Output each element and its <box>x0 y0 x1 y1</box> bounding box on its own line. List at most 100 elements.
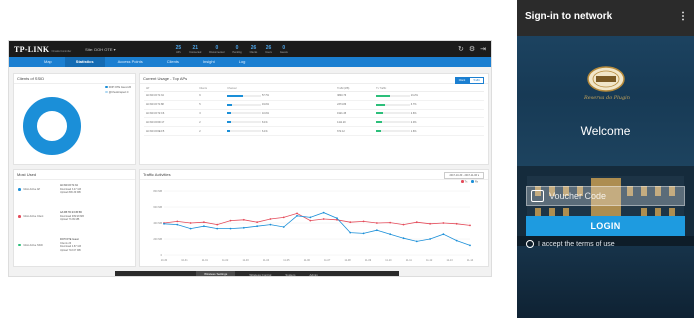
most-used-label: Most Active SSID <box>23 243 43 247</box>
main-nav: Map Statistics Access Points Clients Insight… <box>9 57 491 67</box>
ap-tx: 13.2% <box>374 91 484 101</box>
ap-clients: 2 <box>197 117 226 128</box>
ap-tx: 2.0% <box>374 117 484 128</box>
bottom-tab-admin[interactable]: Admin <box>309 273 318 277</box>
settings-icon[interactable]: ⚙ <box>469 45 475 53</box>
data-point-tx <box>402 223 405 226</box>
detail-line: Upload 896.39 MB <box>60 191 81 195</box>
ap-tx: 2.6% <box>374 109 484 119</box>
channel-bar-fill <box>227 94 243 97</box>
legend-dot <box>105 85 108 88</box>
logout-icon[interactable]: ⇥ <box>480 45 486 53</box>
data-point-tx <box>176 220 179 223</box>
traffic-chart: 800 MB 600 MB 400 MB 200 MB 0 10-30 10-31 11-01… <box>153 190 474 262</box>
hotel-crest-logo <box>587 66 625 92</box>
terms-checkbox[interactable]: I accept the terms of use <box>526 240 615 248</box>
ap-traffic: 2374.86 <box>335 100 375 110</box>
bottom-tab-wireless-settings[interactable]: Wireless Settings <box>196 271 236 276</box>
panel-title: Clients of SSID <box>14 74 135 84</box>
ap-traffic: 3840.76 <box>335 91 375 101</box>
bottom-tab-wireless-control[interactable]: Wireless Control <box>249 273 271 277</box>
most-used-label: Most Active Client <box>23 214 44 218</box>
tx-value: 2.0% <box>410 120 417 124</box>
nav-statistics[interactable]: Statistics <box>64 57 105 67</box>
most-used-row: Most Active AP AC:84:C6:71:34 Download 3.4… <box>18 184 81 195</box>
voucher-code-field[interactable]: Voucher Code <box>526 186 685 206</box>
voucher-icon <box>531 190 544 202</box>
ap-clients: 9 <box>197 91 226 101</box>
data-point-rx <box>176 223 179 226</box>
ap-traffic: 1921.45 <box>335 109 375 119</box>
bottom-tab-system[interactable]: System <box>285 273 295 277</box>
more-vert-icon[interactable]: ⋮ <box>678 11 688 22</box>
tx-bar-fill <box>376 121 383 124</box>
top-bar: TP-LINK Omada Controller Site: DOH OTE ▾… <box>9 41 491 57</box>
stat-pending: 0 Pending <box>232 45 241 54</box>
panel-title: Traffic Activities <box>140 170 488 180</box>
data-point-rx <box>309 216 312 219</box>
data-point-tx <box>442 222 445 224</box>
toggle-client[interactable]: Client <box>454 77 470 84</box>
data-point-rx <box>389 233 392 236</box>
refresh-icon[interactable]: ↻ <box>458 45 464 53</box>
stat-users: 26 Users <box>265 45 272 54</box>
table-row[interactable]: AC:84:C6:71:34 9 57.7% 3840.76 13.2% <box>144 91 484 101</box>
site-selector[interactable]: Site: DOH OTE ▾ <box>85 47 115 52</box>
x-tick-label: 11-13 <box>446 259 453 262</box>
x-tick-label: 11-12 <box>426 259 433 262</box>
login-button[interactable]: LOGIN <box>526 216 685 236</box>
panel-title: Most Used <box>14 170 135 180</box>
tx-bar <box>376 94 411 97</box>
data-point-rx <box>455 239 458 242</box>
donut-percent: 100% <box>47 136 58 141</box>
channel-bar-fill <box>227 112 232 115</box>
stat-label: Clients <box>249 50 258 54</box>
data-point-rx <box>269 223 272 226</box>
data-point-rx <box>415 240 418 243</box>
data-point-tx <box>362 220 365 223</box>
table-row[interactable]: AC:84:C6:6E:F5 2 6.1% 672.12 1.6% <box>144 126 484 136</box>
data-point-rx <box>375 229 378 232</box>
date-range-picker[interactable]: 2017-10-30 - 2017-11-06 ▾ <box>444 172 484 179</box>
stat-aps: 25 APs <box>176 45 182 54</box>
x-tick-label: 11-03 <box>242 259 249 262</box>
ap-mac: AC:84:C6:6E:F5 <box>144 126 198 136</box>
hotel-script-name: Reserva do Plugin <box>583 95 631 101</box>
nav-access-points[interactable]: Access Points <box>107 57 154 67</box>
x-tick-label: 11-14 <box>467 259 474 262</box>
toggle-traffic[interactable]: Traffic <box>469 77 484 84</box>
terms-radio-icon[interactable] <box>526 240 534 248</box>
nav-map[interactable]: Map <box>33 57 63 67</box>
legend-dot <box>105 90 108 93</box>
most-used-row: Most Active Client AA:FB:7D:23:45:5D Downl… <box>18 211 84 222</box>
table-row[interactable]: AC:84:C6:72:C6 3 10.0% 1921.45 2.6% <box>144 109 484 119</box>
bottom-toolbar: Wireless Settings Wireless Control System A… <box>115 271 399 277</box>
data-point-tx <box>322 218 325 220</box>
data-point-rx <box>362 232 365 235</box>
channel-bar <box>227 129 262 132</box>
table-row[interactable]: AC:84:C6:71:88 5 19.0% 2374.86 3.7% <box>144 100 484 110</box>
nav-insight[interactable]: Insight <box>192 57 226 67</box>
captive-portal-phone: Sign-in to network ⋮ Reserva do Plugin W… <box>517 0 694 318</box>
table-row[interactable]: AC:84:C6:6D:17 2 8.1% 1111.20 2.0% <box>144 117 484 128</box>
nav-clients[interactable]: Clients <box>156 57 190 67</box>
data-point-rx <box>216 227 219 230</box>
data-point-rx <box>336 217 338 220</box>
ssid-legend-item: @Checkinspect 0 <box>105 90 131 95</box>
data-point-rx <box>163 222 165 225</box>
tx-bar-fill <box>376 112 383 115</box>
legend-count: 0 <box>127 91 129 94</box>
data-point-tx <box>309 219 312 222</box>
data-point-rx <box>189 227 192 230</box>
channel-value: 19.0% <box>261 103 270 107</box>
summary-stats: 25 APs 21 Connected 0 Disconnected 0 Pending 26 C… <box>176 45 288 54</box>
stat-label: Pending <box>232 50 242 54</box>
ap-traffic: 1111.20 <box>335 117 375 128</box>
client-traffic-toggle: Client Traffic <box>454 77 484 84</box>
series-line-rx <box>163 212 471 246</box>
channel-bar-fill <box>227 121 231 124</box>
x-tick-label: 11-06 <box>304 259 311 262</box>
ap-mac: AC:84:C6:71:34 <box>144 91 198 101</box>
x-tick-label: 11-05 <box>283 259 290 262</box>
nav-log[interactable]: Log <box>228 57 257 67</box>
